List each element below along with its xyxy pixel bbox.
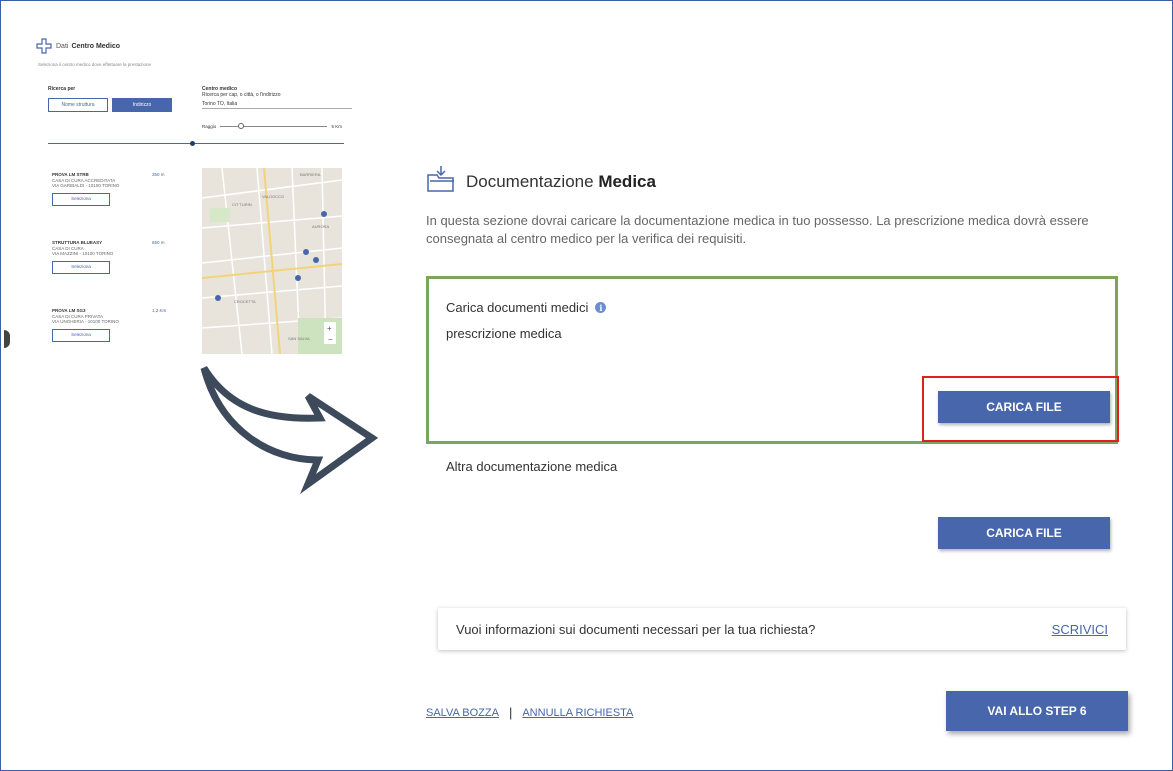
map-label: VALDOCCO — [262, 194, 284, 199]
result-select-button[interactable]: Seleziona — [52, 328, 110, 342]
map-label: CROCETTA — [234, 299, 256, 304]
map-label: CIT TURIN — [232, 202, 252, 207]
info-question: Vuoi informazioni sui documenti necessar… — [456, 621, 816, 637]
zoom-out-icon: − — [328, 335, 333, 344]
result-distance: 1,2 Km — [152, 308, 167, 313]
results-map[interactable]: BARRIERA VALDOCCO AURORA CIT TURIN CROCE… — [202, 168, 342, 354]
result-item: PROVA LM SG3 1,2 Km CASA DI CURA PRIVATA… — [52, 308, 192, 342]
mini-title-bold: Centro Medico — [71, 42, 121, 50]
map-label: AURORA — [312, 224, 329, 229]
center-hint: Ricerca per cap, o città, o l'indirizzo — [202, 92, 281, 98]
search-by-address-button[interactable]: Indirizzo — [112, 98, 172, 112]
medical-cross-icon — [36, 38, 52, 54]
mini-title: Dati Centro Medico — [36, 38, 120, 54]
cancel-request-link[interactable]: ANNULLA RICHIESTA — [522, 707, 633, 719]
mini-search-label: Ricerca per — [48, 86, 76, 92]
zoom-in-icon: + — [327, 324, 332, 333]
result-address: VIA MAZZINI - 10100 TORINO — [52, 251, 114, 256]
info-icon[interactable]: i — [595, 302, 607, 313]
center-input[interactable]: Torino TO, Italia — [202, 99, 352, 109]
big-right-arrow-icon — [200, 366, 379, 495]
section-title-bold: Medica — [598, 172, 656, 191]
map-label: BARRIERA — [300, 172, 321, 177]
result-select-button[interactable]: Seleziona — [52, 260, 110, 274]
other-docs-label: Altra documentazione medica — [446, 459, 618, 474]
save-draft-link[interactable]: SALVA BOZZA — [426, 707, 499, 719]
result-distance: 650 m — [152, 240, 165, 245]
result-select-button[interactable]: Seleziona — [52, 192, 110, 206]
next-step-button[interactable]: VAI ALLO STEP 6 — [946, 691, 1128, 731]
footer-separator: | — [508, 705, 513, 720]
section-description: In questa sezione dovrai caricare la doc… — [426, 213, 1089, 246]
result-item: STRUTTURA BLUEASY 650 m CASA DI CURA VIA… — [52, 240, 192, 274]
divider-dot — [190, 141, 195, 146]
write-us-link[interactable]: SCRIVICI — [1052, 622, 1108, 637]
center-search-field[interactable]: Centro medico Ricerca per cap, o città, … — [202, 86, 352, 109]
upload-docs-label: Carica documenti medici i — [446, 300, 607, 315]
annotation-highlight-box — [922, 376, 1119, 442]
mini-divider — [48, 141, 344, 146]
prescription-label: prescrizione medica — [446, 326, 562, 341]
mini-subtitle: Seleziona il centro medico dove effettua… — [38, 62, 151, 67]
radius-knob[interactable] — [238, 122, 245, 129]
upload-docs-label-text: Carica documenti medici — [446, 300, 589, 315]
info-request-bar: Vuoi informazioni sui documenti necessar… — [438, 608, 1126, 650]
folder-upload-icon — [427, 166, 454, 192]
upload-other-docs-button[interactable]: CARICA FILE — [938, 517, 1110, 549]
section-title: Documentazione Medica — [466, 172, 656, 192]
radius-value: 5 Km — [331, 123, 342, 129]
mini-title-prefix: Dati — [56, 42, 69, 50]
radius-slider[interactable]: Raggio 5 Km — [202, 122, 342, 130]
center-input-value: Torino TO, Italia — [202, 100, 238, 107]
map-graphic: BARRIERA VALDOCCO AURORA CIT TURIN CROCE… — [202, 168, 342, 354]
section-title-light: Documentazione — [466, 172, 594, 191]
map-label: SAN SALVA — [288, 336, 310, 341]
radius-label: Raggio — [202, 123, 217, 129]
result-distance: 350 m — [152, 172, 165, 177]
result-address: VIA GARIBALDI - 10100 TORINO — [52, 183, 120, 188]
result-address: VIA UNGHERIA - 10100 TORINO — [52, 319, 119, 324]
search-by-name-button[interactable]: Nome struttura — [48, 98, 108, 112]
footer-links: SALVA BOZZA | ANNULLA RICHIESTA — [426, 705, 633, 720]
section-header: Documentazione Medica — [426, 164, 656, 194]
radius-track[interactable] — [220, 122, 328, 129]
result-item: PROVA LM STRB 350 m CASA DI CURA ACCREDI… — [52, 172, 192, 206]
